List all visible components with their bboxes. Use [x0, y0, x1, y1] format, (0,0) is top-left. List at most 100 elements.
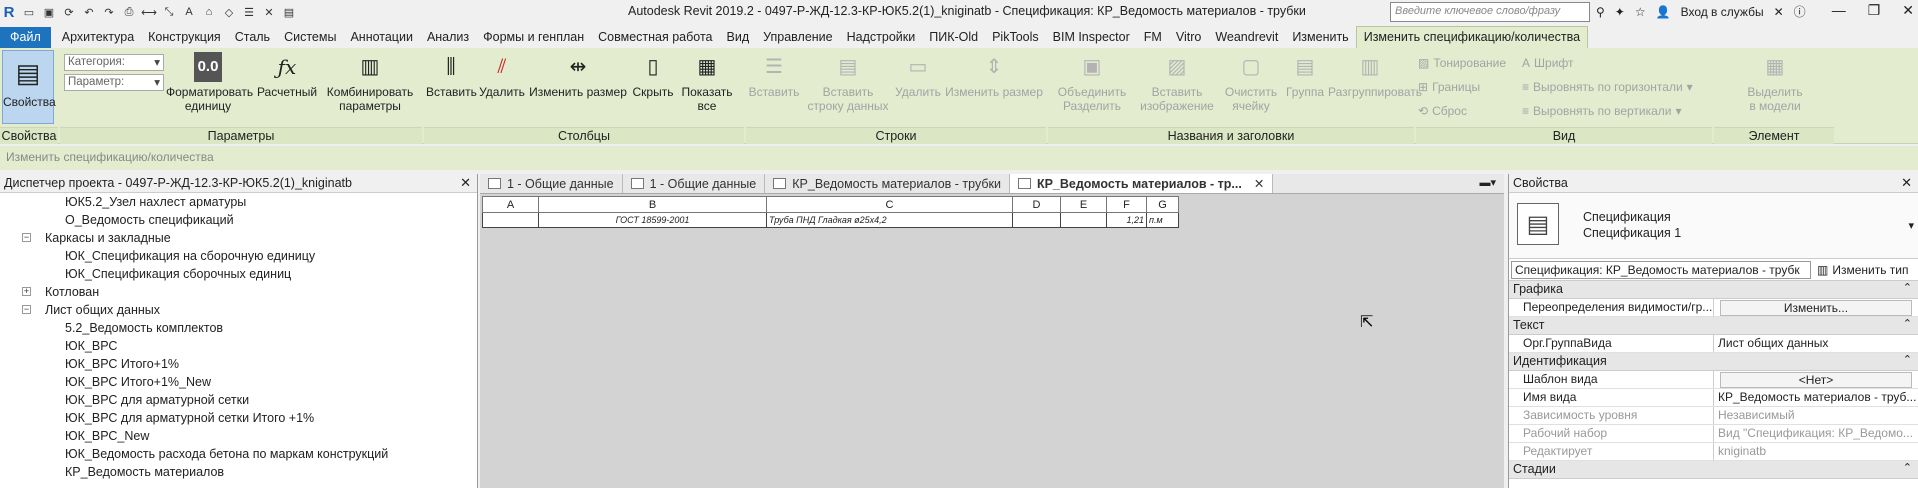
format-units-button[interactable]: 0.0 Форматировать единицу — [166, 52, 253, 113]
tab-view[interactable]: Вид — [720, 27, 757, 48]
shading-button[interactable]: ▨ Тонирование — [1418, 56, 1506, 70]
sync-icon[interactable]: ⟳ — [62, 5, 76, 19]
property-row[interactable]: Орг.ГруппаВида Лист общих данных — [1509, 335, 1918, 353]
align-horizontal-button[interactable]: ≡ Выровнять по горизонтали ▾ — [1522, 80, 1693, 94]
tree-item[interactable]: КР_Ведомость материалов — [0, 463, 477, 481]
tab-manage[interactable]: Управление — [756, 27, 840, 48]
tab-massing[interactable]: Формы и генплан — [476, 27, 591, 48]
redo-icon[interactable]: ↷ — [102, 5, 116, 19]
font-button[interactable]: A Шрифт — [1522, 56, 1574, 70]
tab-annotate[interactable]: Аннотации — [343, 27, 419, 48]
3d-view-icon[interactable]: ⌂ — [202, 5, 216, 19]
insert-row-button[interactable]: ☰ Вставить — [748, 52, 800, 99]
tree-item[interactable]: ЮК_ВРС Итого+1% — [0, 355, 477, 373]
view-tab[interactable]: КР_Ведомость материалов - трубки — [765, 174, 1010, 193]
tree-item[interactable]: ЮК_Спецификация сборочных единиц — [0, 265, 477, 283]
collapse-icon[interactable]: ⌃ — [1903, 281, 1912, 294]
text-icon[interactable]: A — [182, 5, 196, 19]
column-header[interactable]: C — [766, 196, 1013, 213]
tree-folder[interactable]: − Каркасы и закладные — [0, 229, 477, 247]
table-cell[interactable] — [482, 212, 539, 228]
maximize-icon[interactable]: ❐ — [1868, 2, 1881, 19]
insert-data-row-button[interactable]: ▤ Вставить строку данных — [804, 52, 892, 113]
group-identity[interactable]: Идентификация ⌃ — [1509, 353, 1918, 371]
close-icon[interactable]: ✕ — [1902, 2, 1914, 19]
view-template-button[interactable]: <Нет> — [1720, 372, 1912, 388]
tab-collaborate[interactable]: Совместная работа — [591, 27, 719, 48]
table-cell[interactable] — [1060, 212, 1107, 228]
merge-button[interactable]: ▣ Объединить Разделить — [1052, 52, 1132, 113]
tree-folder[interactable]: − Лист общих данных — [0, 301, 477, 319]
tree-item[interactable]: ЮК5.2_Узел нахлест арматуры — [0, 193, 477, 211]
close-icon[interactable]: ✕ — [1901, 175, 1912, 191]
binoculars-icon[interactable]: ⚲ — [1596, 5, 1605, 19]
dimension-icon[interactable]: ⤡ — [162, 5, 176, 19]
column-header[interactable]: A — [482, 196, 539, 213]
expand-icon[interactable]: + — [22, 287, 31, 296]
hide-column-button[interactable]: ▯ Скрыть — [630, 52, 676, 99]
type-selector[interactable]: ▤ Спецификация Спецификация 1 ▾ — [1509, 193, 1918, 259]
group-button[interactable]: ▤ Группа — [1284, 52, 1326, 99]
close-icon[interactable]: ✕ — [460, 175, 471, 191]
align-vertical-button[interactable]: ≡ Выровнять по вертикали ▾ — [1522, 104, 1682, 118]
column-header[interactable]: D — [1012, 196, 1061, 213]
property-row[interactable]: Переопределения видимости/гр... Изменить… — [1509, 299, 1918, 317]
resize-row-button[interactable]: ⇕ Изменить размер — [944, 52, 1044, 99]
collapse-icon[interactable]: − — [22, 305, 31, 314]
collapse-icon[interactable]: ⌃ — [1903, 461, 1912, 474]
user-icon[interactable]: 👤 — [1656, 5, 1671, 19]
table-cell[interactable]: 1,21 — [1106, 212, 1147, 228]
calculated-button[interactable]: ƒx Расчетный — [256, 52, 318, 99]
exchange-icon[interactable]: ✕ — [1774, 5, 1784, 19]
help-icon[interactable]: ⓘ — [1794, 3, 1806, 20]
table-cell[interactable]: Труба ПНД Гладкая ø25х4,2 — [766, 212, 1013, 228]
view-tab-active[interactable]: КР_Ведомость материалов - тр... ✕ — [1009, 174, 1274, 193]
view-tab[interactable]: 1 - Общие данные — [480, 174, 623, 193]
tab-modify[interactable]: Изменить — [1285, 27, 1355, 48]
tab-structure[interactable]: Конструкция — [141, 27, 228, 48]
save-icon[interactable]: ▣ — [42, 5, 56, 19]
column-header[interactable]: G — [1146, 196, 1179, 213]
tab-weandrevit[interactable]: Weandrevit — [1208, 27, 1285, 48]
undo-icon[interactable]: ↶ — [82, 5, 96, 19]
tree-item[interactable]: ЮК_ВРС_New — [0, 427, 477, 445]
collapse-icon[interactable]: ⌃ — [1903, 353, 1912, 366]
tab-pik-old[interactable]: ПИК-Old — [922, 27, 985, 48]
highlight-in-model-button[interactable]: ▦ Выделить в модели — [1744, 52, 1806, 113]
table-cell[interactable]: ГОСТ 18599-2001 — [538, 212, 767, 228]
property-row[interactable]: Имя вида КР_Ведомость материалов - труб.… — [1509, 389, 1918, 407]
insert-column-button[interactable]: ⫼ Вставить — [426, 52, 477, 99]
properties-button[interactable]: ▤ Свойства — [2, 50, 56, 124]
category-dropdown[interactable]: Категория: — [64, 54, 164, 71]
minimize-icon[interactable]: — — [1832, 2, 1846, 19]
table-cell[interactable] — [1012, 212, 1061, 228]
instance-selector[interactable]: Спецификация: КР_Ведомость материалов - … — [1511, 260, 1811, 279]
delete-column-button[interactable]: ⫽ Удалить — [478, 52, 526, 99]
revit-logo-icon[interactable]: R — [2, 4, 16, 21]
tab-architecture[interactable]: Архитектура — [55, 27, 141, 48]
group-phases[interactable]: Стадии ⌃ — [1509, 461, 1918, 479]
tree-item[interactable]: ЮК_Спецификация на сборочную единицу — [0, 247, 477, 265]
tab-bim-inspector[interactable]: BIM Inspector — [1046, 27, 1137, 48]
property-value[interactable]: Лист общих данных — [1714, 335, 1918, 352]
group-text[interactable]: Текст ⌃ — [1509, 317, 1918, 335]
tab-modify-schedule[interactable]: Изменить спецификацию/количества — [1355, 26, 1589, 48]
tree-item[interactable]: ЮК_ВРС — [0, 337, 477, 355]
tab-steel[interactable]: Сталь — [228, 27, 277, 48]
open-icon[interactable]: ▭ — [22, 5, 36, 19]
combine-params-button[interactable]: ▥ Комбинировать параметры — [324, 52, 416, 113]
search-input[interactable]: Введите ключевое слово/фразу — [1390, 2, 1590, 22]
edit-visibility-button[interactable]: Изменить... — [1720, 300, 1912, 316]
resize-column-button[interactable]: ⇹ Изменить размер — [528, 52, 628, 99]
signin-button[interactable]: Вход в службы — [1681, 5, 1764, 19]
tab-fm[interactable]: FM — [1137, 27, 1169, 48]
column-header[interactable]: F — [1106, 196, 1147, 213]
column-header[interactable]: E — [1060, 196, 1107, 213]
collapse-icon[interactable]: ⌃ — [1903, 317, 1912, 330]
subscription-icon[interactable]: ✦ — [1615, 5, 1625, 19]
measure-icon[interactable]: ⟷ — [141, 5, 157, 19]
delete-row-button[interactable]: ▭ Удалить — [894, 52, 942, 99]
ungroup-button[interactable]: ▥ Разгруппировать — [1328, 52, 1422, 99]
close-hidden-icon[interactable]: ✕ — [262, 5, 276, 19]
close-tab-icon[interactable]: ✕ — [1254, 176, 1264, 191]
